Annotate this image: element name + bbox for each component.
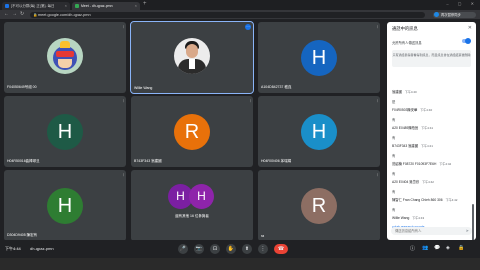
more-options-icon[interactable]: ⁝ <box>377 98 378 103</box>
url-text: meet.google.com/dh-qpaz-pmn <box>38 12 91 17</box>
participant-tile[interactable]: H ⁝ D304D9405 陳宏有 <box>4 170 126 241</box>
browser-tab[interactable]: [不可以分群(每) 正(第]- 每日 × <box>2 2 70 10</box>
participant-tile[interactable]: H ⁝ A104D842737 嵇连 <box>258 22 380 93</box>
people-icon[interactable]: 👥 <box>422 245 428 251</box>
forward-icon[interactable]: → <box>12 11 17 17</box>
message-time: 下午4:41 <box>421 126 434 130</box>
more-options-icon[interactable]: ⁝ <box>123 24 124 29</box>
participant-name: F04050649号组 00 <box>7 85 37 89</box>
tab-favicon-icon <box>5 4 9 8</box>
participant-name: H04R00406 茅瑞娟 <box>261 159 292 163</box>
lock-icon: 🔒 <box>33 12 38 17</box>
present-icon[interactable]: ⬆ <box>242 244 252 254</box>
participant-photo <box>174 38 210 74</box>
avatar: R <box>301 187 337 224</box>
close-tab-icon[interactable]: × <box>135 2 137 10</box>
chat-icon[interactable]: 💬 <box>434 245 440 251</box>
chat-notice: 只有通話參與者看得到訊息，而且訊息會在通話結束後刪除 <box>392 50 471 67</box>
avatar: H <box>301 113 337 150</box>
microphone-icon[interactable]: 🎤 <box>178 244 188 254</box>
message-time: 下午4:40 <box>404 90 417 94</box>
meet-favicon-icon <box>75 4 79 8</box>
tab-label: Meet - dh-qpaz-pmn <box>81 4 113 8</box>
activities-icon[interactable]: ◈ <box>446 245 450 251</box>
speaking-indicator-icon: ⋯ <box>245 24 251 30</box>
avatar: H <box>47 113 83 150</box>
participant-tile[interactable]: ⋯ Willie Wang <box>130 21 254 94</box>
participant-name: A104D842737 嵇连 <box>261 85 292 89</box>
participant-tile[interactable]: H ⁝ H04R00406 茅瑞娟 <box>258 96 380 167</box>
cartoon-avatar <box>47 38 83 74</box>
allow-messages-label: 允許所有人傳送訊息 <box>392 41 422 45</box>
message-sender: A20 E0404 吳岱欣 <box>392 180 420 184</box>
others-tile[interactable]: H H 還有其他 16 位參與者 <box>131 170 253 241</box>
browser-tab-active[interactable]: Meet - dh-qpaz-pmn × <box>72 2 140 10</box>
avatar: H <box>301 39 337 76</box>
message-sender: A20 E0489陳柏藝 <box>392 126 419 130</box>
address-bar: ← → ↻ 🔒 meet.google.com/dh-qpaz-pmn 再次暂停… <box>0 10 480 19</box>
avatar: H <box>189 184 214 209</box>
raise-hand-icon[interactable]: ✋ <box>226 244 236 254</box>
participant-name: ra <box>261 234 265 238</box>
profile-label: 再次暂停同步 <box>441 12 461 17</box>
message-time: 下午4:42 <box>445 198 458 202</box>
back-icon[interactable]: ← <box>4 11 9 17</box>
host-controls-icon[interactable]: 🔒 <box>458 245 464 251</box>
more-options-icon[interactable]: ⁝ <box>250 98 251 103</box>
meeting-time: 下午4:44 <box>5 246 21 251</box>
info-icon[interactable]: ⓘ <box>410 245 415 252</box>
participant-name: D304D9405 陳宏有 <box>7 233 38 237</box>
participant-tile[interactable]: R ⁝ ra <box>258 170 380 241</box>
avatar: R <box>174 113 210 150</box>
browser-tab-bar: [不可以分群(每) 正(第]- 每日 × Meet - dh-qpaz-pmn … <box>0 0 480 10</box>
participant-tile[interactable]: ⁝ F04050649号组 00 <box>4 22 126 93</box>
message-sender: F04R0503陳安華 <box>392 108 418 112</box>
os-taskbar <box>0 258 480 270</box>
chat-panel: 通話中的訊息 ✕ 允許所有人傳送訊息 只有通話參與者看得到訊息，而且訊息會在通話… <box>387 22 476 240</box>
chat-input-box: ➤ <box>391 227 472 235</box>
avatar <box>434 12 439 17</box>
message-sender: 范紹楠 F08720 F01093F7E6H <box>392 162 437 166</box>
captions-icon[interactable]: ⊡ <box>210 244 220 254</box>
end-call-button[interactable]: ☎ <box>274 244 288 254</box>
chat-input[interactable] <box>395 227 460 235</box>
url-field[interactable]: 🔒 meet.google.com/dh-qpaz-pmn <box>30 11 425 18</box>
camera-icon[interactable]: 📷 <box>194 244 204 254</box>
meeting-code: dh-qpaz-pmn <box>30 246 54 251</box>
reload-icon[interactable]: ↻ <box>20 11 24 17</box>
participant-tile[interactable]: H ⁝ H04R50016曲棒球旦 <box>4 96 126 167</box>
new-tab-button[interactable]: + <box>143 1 147 7</box>
chat-scrollbar[interactable] <box>472 22 475 244</box>
more-options-icon[interactable]: ⁝ <box>377 172 378 177</box>
more-options-icon[interactable]: ⁝ <box>123 98 124 103</box>
others-count-label: 還有其他 16 位參與者 <box>175 214 209 218</box>
meeting-control-bar: 下午4:44 dh-qpaz-pmn 🎤 📷 ⊡ ✋ ⬆ ⋮ ☎ ⓘ 👥 💬 ◈… <box>0 240 480 258</box>
message-time: 下午4:41 <box>421 144 433 148</box>
more-options-icon[interactable]: ⁝ <box>377 24 378 29</box>
message-sender: Willie Wang <box>392 216 410 220</box>
chat-message: Willie Wang下午4:43 colab.research.google <box>392 206 472 229</box>
participant-name: H04R50016曲棒球旦 <box>7 159 40 163</box>
tab-label: [不可以分群(每) 正(第]- 每日 <box>11 4 55 8</box>
more-options-icon[interactable]: ⋮ <box>258 244 268 254</box>
more-options-icon[interactable]: ⁝ <box>123 172 124 177</box>
profile-button[interactable]: 再次暂停同步 <box>433 11 476 18</box>
allow-messages-toggle[interactable] <box>462 38 471 44</box>
message-time: 下午4:43 <box>412 216 425 220</box>
participant-tile[interactable]: R ⁝ B743F343 翁建國 <box>131 96 253 167</box>
participant-name: Willie Wang <box>134 86 153 90</box>
message-sender: 翁建國 <box>392 90 402 94</box>
close-tab-icon[interactable]: × <box>65 2 67 10</box>
participant-name: B743F343 翁建國 <box>134 159 162 163</box>
message-time: 下午4:40 <box>420 108 433 112</box>
avatar: H <box>47 187 83 224</box>
message-time: 下午4:42 <box>439 162 452 166</box>
scrollbar-thumb[interactable] <box>472 204 474 244</box>
message-time: 下午4:42 <box>422 180 434 184</box>
send-icon[interactable]: ➤ <box>466 228 469 233</box>
chat-title: 通話中的訊息 <box>392 26 418 31</box>
message-sender: B743F343 翁建國 <box>392 144 419 148</box>
window-controls[interactable]: – ▢ ✕ <box>446 1 478 6</box>
message-sender: 陳智仁 Fran Chang Chieh 860 306 <box>392 198 443 202</box>
